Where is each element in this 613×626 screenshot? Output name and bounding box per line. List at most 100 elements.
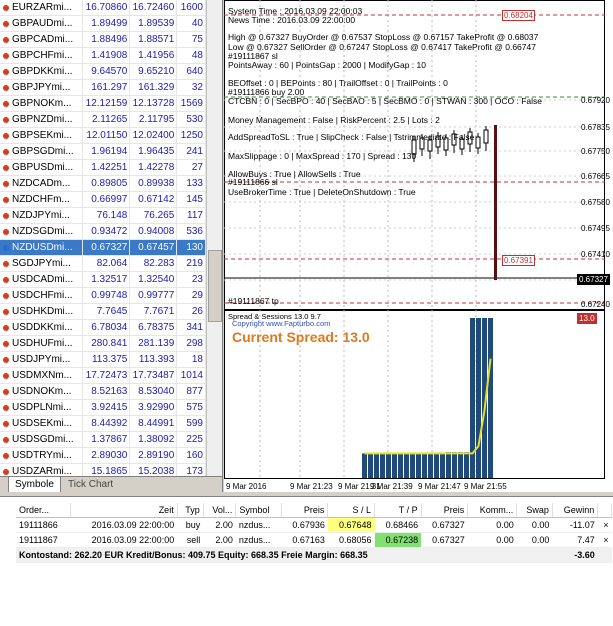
- info-line: News Time : 2016.03.09 22:00:00: [228, 15, 356, 25]
- market-watch-row[interactable]: USDPLNmi... 3.92415 3.92990 575: [0, 399, 206, 416]
- spread-cell: 23: [176, 271, 206, 288]
- symbol-cell: USDDKKmi...: [0, 319, 84, 336]
- symbol-status-icon: [3, 389, 9, 395]
- price-tick-label: 0.67665: [581, 172, 610, 181]
- market-watch-row[interactable]: GBPAUDmi... 1.89499 1.89539 40: [0, 15, 206, 32]
- market-watch-row[interactable]: NZDUSDmi... 0.67327 0.67457 130: [0, 239, 206, 256]
- balance-total: -3.60: [552, 547, 598, 563]
- market-watch-row[interactable]: EURZARmi... 16.70860 16.72460 1600: [0, 0, 206, 16]
- spread-cell: 877: [176, 383, 206, 400]
- market-watch-row[interactable]: GBPNOKm... 12.12159 12.13728 1569: [0, 95, 206, 112]
- market-watch-row[interactable]: GBPUSDmi... 1.42251 1.42278 27: [0, 159, 206, 176]
- orders-column-header[interactable]: Preis: [281, 503, 329, 518]
- symbol-status-icon: [3, 37, 9, 43]
- info-line: #19111866 sl: [228, 177, 278, 187]
- info-line: CTCBN : 0 | SecBPO : 40 | SecBAO : 5 | S…: [228, 96, 542, 106]
- order-cell-preis2: 0.67327: [421, 517, 468, 533]
- orders-column-header[interactable]: T / P: [374, 503, 422, 518]
- market-watch-row[interactable]: NZDJPYmi... 76.148 76.265 117: [0, 207, 206, 224]
- price-box-top: 0.68204: [502, 10, 535, 21]
- market-watch-row[interactable]: USDTRYmi... 2.89030 2.89190 160: [0, 447, 206, 464]
- spread-cell: 29: [176, 287, 206, 304]
- orders-column-header[interactable]: Vol...: [203, 503, 237, 518]
- order-row[interactable]: 19111866 2016.03.09 22:00:00 buy 2.00 nzdus.…: [16, 517, 612, 533]
- balance-spacer: [597, 547, 612, 563]
- spread-bar: [434, 453, 439, 478]
- market-watch-row[interactable]: USDCADmi... 1.32517 1.32540 23: [0, 271, 206, 288]
- close-order-icon[interactable]: ×: [597, 532, 612, 548]
- symbol-status-icon: [3, 5, 9, 11]
- ask-cell: 7.7671: [129, 303, 178, 320]
- symbol-cell: GBPUSDmi...: [0, 159, 84, 176]
- orders-column-header[interactable]: Gewinn: [552, 503, 599, 518]
- symbol-name: GBPSGDmi...: [12, 146, 74, 157]
- tab-symbole[interactable]: Symbole: [8, 477, 61, 492]
- price-chart[interactable]: System Time : 2016.03.09 22:00:03 News Ti…: [224, 0, 613, 492]
- orders-column-header[interactable]: Typ: [177, 503, 204, 518]
- market-watch-row[interactable]: GBPJPYmi... 161.297 161.329 32: [0, 79, 206, 96]
- spread-cell: 575: [176, 399, 206, 416]
- info-line: UseBrokerTime : True | DeleteOnShutdown …: [228, 187, 416, 197]
- orders-column-header[interactable]: Symbol: [235, 503, 282, 518]
- market-watch-row[interactable]: GBPNZDmi... 2.11265 2.11795 530: [0, 111, 206, 128]
- market-watch-row[interactable]: GBPDKKmi... 9.64570 9.65210 640: [0, 63, 206, 80]
- price-tick-label: 0.67580: [581, 198, 610, 207]
- market-watch-row[interactable]: USDNOKm... 8.52163 8.53040 877: [0, 383, 206, 400]
- market-watch-row[interactable]: USDDKKmi... 6.78034 6.78375 341: [0, 319, 206, 336]
- order-row[interactable]: 19111867 2016.03.09 22:00:00 sell 2.00 nzdus…: [16, 532, 612, 548]
- orders-column-header[interactable]: Komm...: [467, 503, 518, 518]
- order-cell-vol: 2.00: [203, 517, 236, 533]
- spread-cell: 1600: [176, 0, 206, 16]
- symbol-status-icon: [3, 245, 9, 251]
- close-order-icon[interactable]: ×: [597, 517, 612, 533]
- symbol-name: USDHKDmi...: [12, 306, 74, 317]
- spread-bar: [386, 453, 391, 478]
- symbol-cell: NZDCADm...: [0, 175, 84, 192]
- market-watch-row[interactable]: USDSEKmi... 8.44392 8.44991 599: [0, 415, 206, 432]
- market-watch-row[interactable]: NZDSGDmi... 0.93472 0.94008 536: [0, 223, 206, 240]
- ask-cell: 3.92990: [129, 399, 178, 416]
- orders-column-header[interactable]: S / L: [327, 503, 375, 518]
- price-tick-label: 0.67495: [581, 224, 610, 233]
- symbol-status-icon: [3, 229, 9, 235]
- orders-column-header[interactable]: Order...: [16, 503, 71, 518]
- price-box-mid: 0.67391: [502, 255, 535, 266]
- price-tick-label: 0.67920: [581, 96, 610, 105]
- orders-column-header[interactable]: Preis: [421, 503, 469, 518]
- market-watch-row[interactable]: GBPCADmi... 1.88496 1.88571 75: [0, 31, 206, 48]
- market-watch-row[interactable]: USDSGDmi... 1.37867 1.38092 225: [0, 431, 206, 448]
- symbol-name: NZDUSDmi...: [12, 242, 73, 253]
- symbol-name: SGDJPYmi...: [12, 258, 71, 269]
- market-watch-row[interactable]: NZDCHFm... 0.66997 0.67142 145: [0, 191, 206, 208]
- market-watch-scrollbar[interactable]: [206, 0, 222, 476]
- ask-cell: 1.88571: [129, 31, 178, 48]
- market-watch-row[interactable]: NZDCADm... 0.89805 0.89938 133: [0, 175, 206, 192]
- market-watch-row[interactable]: USDJPYmi... 113.375 113.393 18: [0, 351, 206, 368]
- bid-cell: 0.89805: [82, 175, 131, 192]
- symbol-status-icon: [3, 453, 9, 459]
- market-watch-row[interactable]: GBPSEKmi... 12.01150 12.02400 1250: [0, 127, 206, 144]
- market-watch-row[interactable]: USDMXNm... 17.72473 17.73487 1014: [0, 367, 206, 384]
- scroll-thumb[interactable]: [208, 250, 222, 322]
- market-watch-row[interactable]: SGDJPYmi... 82.064 82.283 219: [0, 255, 206, 272]
- symbol-cell: GBPNOKm...: [0, 95, 84, 112]
- orders-column-header[interactable]: Zeit: [70, 503, 178, 518]
- market-watch-row[interactable]: USDHUFmi... 280.841 281.139 298: [0, 335, 206, 352]
- chart-canvas: [224, 0, 605, 479]
- market-watch-row[interactable]: USDCHFmi... 0.99748 0.99777 29: [0, 287, 206, 304]
- orders-column-header[interactable]: Swap: [516, 503, 553, 518]
- info-line: High @ 0.67327 BuyOrder @ 0.67537 StopLo…: [228, 32, 539, 42]
- ask-cell: 281.139: [129, 335, 178, 352]
- tab-tick-chart[interactable]: Tick Chart: [62, 477, 119, 492]
- spread-cell: 1014: [176, 367, 206, 384]
- symbol-cell: GBPDKKmi...: [0, 63, 84, 80]
- bid-cell: 1.88496: [82, 31, 131, 48]
- bid-cell: 1.37867: [82, 431, 131, 448]
- market-watch-row[interactable]: GBPCHFmi... 1.41908 1.41956 48: [0, 47, 206, 64]
- bid-cell: 12.12159: [82, 95, 131, 112]
- market-watch-row[interactable]: GBPSGDmi... 1.96194 1.96435 241: [0, 143, 206, 160]
- market-watch-row[interactable]: USDHKDmi... 7.7645 7.7671 26: [0, 303, 206, 320]
- symbol-name: GBPJPYmi...: [12, 82, 71, 93]
- symbol-name: USDJPYmi...: [12, 354, 71, 365]
- spread-bar: [464, 452, 469, 478]
